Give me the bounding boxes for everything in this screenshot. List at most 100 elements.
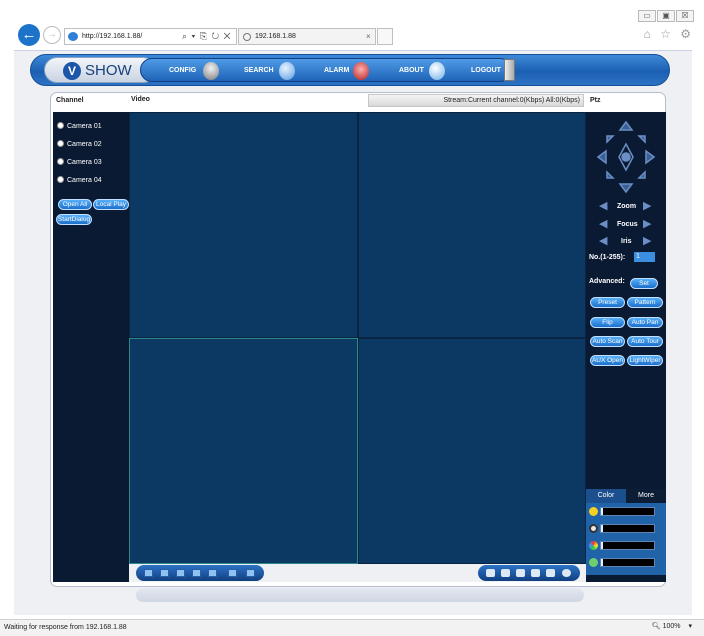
local-play-button[interactable]: Local Play bbox=[93, 199, 129, 210]
video-cell[interactable] bbox=[358, 112, 586, 338]
menu-about[interactable]: ABOUT bbox=[399, 59, 424, 83]
address-url: http://192.168.1.88/ bbox=[82, 33, 143, 40]
menu-search[interactable]: SEARCH bbox=[244, 59, 274, 83]
flip-button[interactable]: Flip bbox=[590, 317, 625, 328]
layout-16-icon[interactable] bbox=[228, 569, 237, 577]
zoom-in-icon[interactable]: ▶ bbox=[643, 201, 651, 212]
back-button[interactable]: ← bbox=[18, 24, 40, 46]
record-icon[interactable] bbox=[501, 569, 510, 577]
browser-tab[interactable]: 192.168.1.88 bbox=[238, 28, 376, 45]
preset-button[interactable]: Preset bbox=[590, 297, 625, 308]
tab-more[interactable]: More bbox=[626, 489, 666, 503]
logo-v-icon: V bbox=[63, 62, 81, 80]
contrast-icon bbox=[589, 524, 598, 533]
color-tabs: Color More bbox=[586, 489, 666, 503]
tab-title: 192.168.1.88 bbox=[255, 33, 296, 40]
video-cell[interactable] bbox=[129, 112, 358, 338]
alarm-icon[interactable] bbox=[353, 62, 369, 80]
zoom-dropdown-icon[interactable]: ▾ bbox=[688, 623, 692, 630]
logout-icon[interactable] bbox=[504, 59, 515, 81]
video-cell[interactable] bbox=[358, 338, 586, 564]
menu-config[interactable]: CONFIG bbox=[169, 59, 196, 83]
snapshot-icon[interactable] bbox=[486, 569, 495, 577]
browser-window: ▭ ▣ ☒ ← → http://192.168.1.88/ ⌕ ▾ ⎘ ↻ ✕… bbox=[0, 0, 704, 636]
loading-spinner-icon bbox=[243, 33, 251, 41]
video-grid bbox=[129, 112, 586, 564]
camera-item[interactable]: Camera 02 bbox=[57, 139, 102, 150]
search-globe-icon[interactable] bbox=[279, 62, 295, 80]
fullscreen-icon[interactable] bbox=[246, 569, 255, 577]
stream-status: Stream:Current channel:0(Kbps) All:0(Kbp… bbox=[368, 94, 584, 107]
layout-9-icon[interactable] bbox=[208, 569, 217, 577]
saturation-slider[interactable] bbox=[600, 541, 655, 550]
video-cell-selected[interactable] bbox=[129, 338, 358, 564]
zoom-label: Zoom bbox=[617, 203, 637, 210]
layout-6-icon[interactable] bbox=[176, 569, 185, 577]
open-all-button[interactable]: Open All bbox=[58, 199, 92, 210]
contrast-slider[interactable] bbox=[600, 524, 655, 533]
brightness-slider[interactable] bbox=[600, 507, 655, 516]
tab-close-icon[interactable]: × bbox=[366, 28, 371, 45]
close-window-button[interactable]: ☒ bbox=[676, 10, 694, 22]
layout-4-icon[interactable] bbox=[160, 569, 169, 577]
radio-icon[interactable] bbox=[57, 140, 64, 147]
close-stream-icon[interactable] bbox=[562, 569, 571, 577]
ie-page-icon bbox=[68, 32, 78, 41]
maximize-button[interactable]: ▣ bbox=[657, 10, 675, 22]
main-menu: CONFIG SEARCH ALARM ABOUT LOGOUT bbox=[140, 58, 512, 82]
auto-tour-button[interactable]: Auto Tour bbox=[627, 336, 663, 347]
status-text: Waiting for response from 192.168.1.88 bbox=[4, 624, 127, 631]
browser-tools-icons[interactable]: ⌂ ☆ ⚙ bbox=[644, 27, 694, 41]
focus-label: Focus bbox=[617, 221, 638, 228]
camera-item[interactable]: Camera 03 bbox=[57, 157, 102, 168]
menu-alarm[interactable]: ALARM bbox=[324, 59, 349, 83]
preset-number-input[interactable]: 1 bbox=[634, 252, 655, 262]
audio-icon[interactable] bbox=[531, 569, 540, 577]
aux-open-button[interactable]: AUX Open bbox=[590, 355, 625, 366]
focus-far-icon[interactable]: ▶ bbox=[643, 219, 651, 230]
config-icon[interactable] bbox=[203, 62, 219, 80]
preset-number-label: No.(1-255): bbox=[589, 254, 626, 261]
iris-open-icon[interactable]: ▶ bbox=[643, 236, 651, 247]
sound-icon[interactable] bbox=[546, 569, 555, 577]
window-controls: ▭ ▣ ☒ bbox=[637, 10, 694, 22]
saturation-icon bbox=[589, 541, 598, 550]
radio-icon[interactable] bbox=[57, 122, 64, 129]
iris-label: Iris bbox=[621, 238, 632, 245]
channel-panel: Camera 01 Camera 02 Camera 03 Camera 04 … bbox=[53, 112, 129, 582]
auto-pan-button[interactable]: Auto Pan bbox=[627, 317, 663, 328]
pattern-button[interactable]: Pattern bbox=[627, 297, 663, 308]
camera-item[interactable]: Camera 01 bbox=[57, 121, 102, 132]
camera-item[interactable]: Camera 04 bbox=[57, 175, 102, 186]
page-footer-bar bbox=[136, 588, 584, 602]
advanced-label: Advanced: bbox=[589, 278, 625, 285]
radio-icon[interactable] bbox=[57, 176, 64, 183]
hue-slider[interactable] bbox=[600, 558, 655, 567]
about-icon[interactable] bbox=[429, 62, 445, 80]
iris-close-icon[interactable]: ◀ bbox=[599, 236, 607, 247]
zoom-control[interactable]: 🔍︎ 100% ▾ bbox=[652, 619, 692, 635]
focus-near-icon[interactable]: ◀ bbox=[599, 219, 607, 230]
tab-color[interactable]: Color bbox=[586, 489, 626, 503]
start-dialog-button[interactable]: StartDialog bbox=[56, 214, 92, 225]
zoom-out-icon[interactable]: ◀ bbox=[599, 201, 607, 212]
minimize-button[interactable]: ▭ bbox=[638, 10, 656, 22]
radio-icon[interactable] bbox=[57, 158, 64, 165]
new-tab-button[interactable] bbox=[377, 28, 393, 45]
menu-logout[interactable]: LOGOUT bbox=[471, 59, 501, 83]
channel-header: Channel bbox=[56, 97, 84, 104]
video-header: Video bbox=[131, 96, 150, 103]
address-action-icons[interactable]: ⌕ ▾ ⎘ ↻ ✕ bbox=[182, 28, 231, 45]
color-panel bbox=[586, 503, 666, 575]
auto-scan-button[interactable]: Auto Scan bbox=[590, 336, 625, 347]
talk-icon[interactable] bbox=[516, 569, 525, 577]
layout-1-icon[interactable] bbox=[144, 569, 153, 577]
forward-button[interactable]: → bbox=[43, 26, 61, 44]
layout-8-icon[interactable] bbox=[192, 569, 201, 577]
zoom-level: 100% bbox=[662, 623, 681, 630]
light-wiper-button[interactable]: LightWiper bbox=[627, 355, 663, 366]
browser-status-bar: Waiting for response from 192.168.1.88 bbox=[0, 619, 704, 636]
ptz-direction-pad[interactable] bbox=[595, 118, 657, 196]
logo-text: SHOW bbox=[85, 62, 132, 79]
set-button[interactable]: Set bbox=[630, 278, 658, 289]
